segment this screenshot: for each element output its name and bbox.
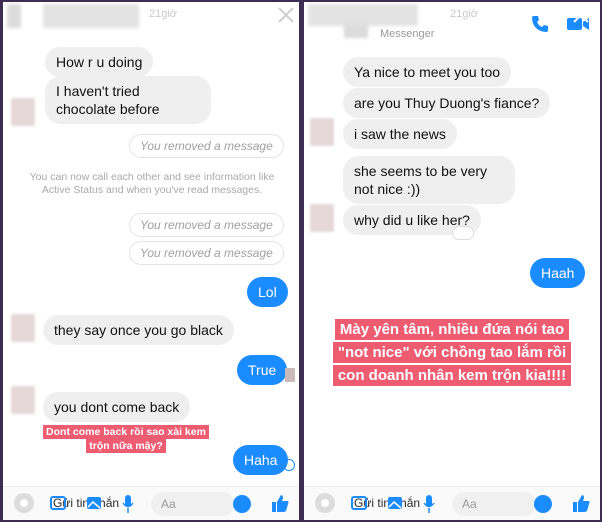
removed-message: You removed a message — [129, 134, 284, 158]
close-icon[interactable] — [277, 6, 295, 24]
message-bubble: they say once you go black — [43, 315, 234, 345]
gallery-icon[interactable] — [85, 494, 103, 512]
emoji-icon[interactable] — [233, 495, 251, 513]
message-input[interactable]: Aa — [452, 492, 536, 516]
story-time: 21giờ — [450, 8, 479, 20]
removed-message: You removed a message — [129, 241, 284, 265]
left-header: 21giờ — [3, 2, 299, 38]
message-bubble: I haven't tried chocolate before — [45, 76, 211, 124]
contact-avatar — [310, 204, 334, 232]
my-message-bubble: Haha — [233, 445, 289, 475]
seen-icon — [283, 459, 295, 471]
emoji-icon[interactable] — [534, 495, 552, 513]
phone-icon[interactable] — [530, 14, 550, 34]
message-bubble: How r u doing — [45, 47, 154, 77]
message-bubble: i saw the news — [343, 119, 457, 149]
story-caption: Dont come back rồi sao xài kem trộn nữa … — [33, 425, 219, 453]
system-notice: You can now call each other and see info… — [29, 171, 275, 196]
microphone-icon[interactable] — [422, 494, 436, 514]
right-composer: Gửi tin nhắn Aa — [304, 486, 600, 520]
my-message-bubble: True — [237, 355, 288, 385]
like-icon[interactable] — [269, 492, 291, 514]
contact-avatar — [11, 98, 35, 126]
message-bubble: Ya nice to meet you too — [343, 57, 512, 87]
photo-icon[interactable] — [350, 494, 368, 512]
gallery-icon[interactable] — [386, 494, 404, 512]
contact-avatar — [310, 118, 334, 146]
caption-text: Mày yên tâm, nhiều đứa nói tao "not nice… — [332, 319, 572, 386]
blurred-back — [7, 4, 21, 28]
contact-avatar — [11, 386, 35, 414]
blurred-name — [43, 4, 139, 28]
my-message-bubble: Haah — [530, 258, 586, 288]
camera-icon[interactable] — [314, 492, 336, 514]
story-time: 21giờ — [149, 8, 178, 20]
caption-text: Dont come back rồi sao xài kem trộn nữa … — [43, 425, 209, 453]
right-story-panel: 21giờ Messenger Ya nice to meet you too … — [304, 2, 600, 520]
left-composer: Gửi tin nhắn Aa — [3, 486, 299, 520]
microphone-icon[interactable] — [121, 494, 135, 514]
camera-icon[interactable] — [13, 492, 35, 514]
blurred-name — [308, 4, 418, 26]
right-header: 21giờ Messenger — [304, 2, 600, 40]
like-icon[interactable] — [570, 492, 592, 514]
contact-avatar — [11, 314, 35, 342]
blurred-avatar — [344, 24, 368, 38]
header-subtitle: Messenger — [380, 28, 435, 40]
message-bubble: she seems to be very not nice :)) — [343, 156, 515, 204]
my-message-bubble: Lol — [247, 277, 288, 307]
message-bubble: are you Thuy Duong's fiance? — [343, 88, 551, 118]
message-bubble: you dont come back — [43, 392, 191, 422]
photo-icon[interactable] — [49, 494, 67, 512]
removed-message: You removed a message — [129, 213, 284, 237]
message-input[interactable]: Aa — [151, 492, 235, 516]
story-caption: Mày yên tâm, nhiều đứa nói tao "not nice… — [322, 318, 582, 387]
add-reaction-icon[interactable] — [452, 226, 474, 240]
panel-edge-tab — [285, 368, 295, 382]
close-icon[interactable] — [572, 6, 590, 24]
left-story-panel: 21giờ How r u doing I haven't tried choc… — [3, 2, 299, 520]
